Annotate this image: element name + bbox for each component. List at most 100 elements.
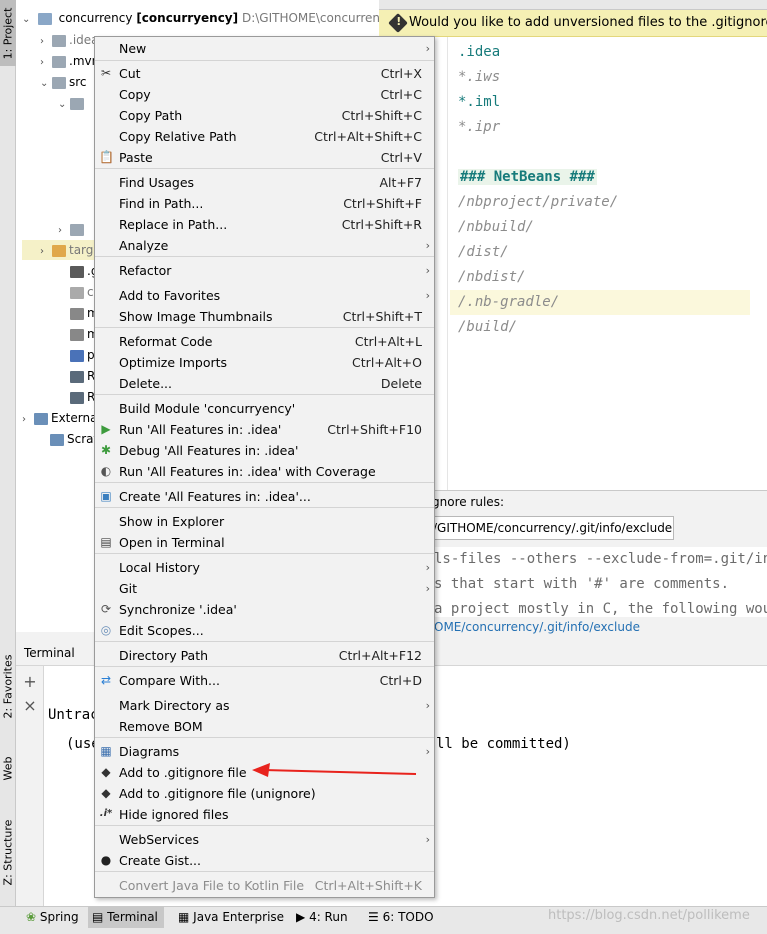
menu-item-icon: ▦: [100, 744, 112, 758]
menu-item-icon: .i*: [99, 808, 113, 819]
tree-item[interactable]: › .idea: [40, 30, 99, 50]
menu-item[interactable]: Copy Ctrl+C: [95, 84, 434, 105]
notification-text: Would you like to add unversioned files …: [409, 15, 767, 30]
menu-item[interactable]: ◆ Add to .gitignore file (unignore): [95, 783, 434, 804]
chevron-right-icon[interactable]: ›: [40, 53, 52, 73]
menu-item[interactable]: Find in Path... Ctrl+Shift+F: [95, 193, 434, 214]
menu-item[interactable]: Show in Explorer: [95, 511, 434, 532]
chevron-right-icon[interactable]: ›: [40, 32, 52, 52]
tree-item[interactable]: › .mvn: [40, 51, 99, 71]
status-tab-spring[interactable]: ❀ Spring: [22, 906, 84, 928]
menu-item[interactable]: Replace in Path... Ctrl+Shift+R: [95, 214, 434, 235]
ignore-rules-path-tab[interactable]: /GITHOME/concurrency/.git/info/exclude: [410, 516, 674, 540]
code-line: *.ipr: [458, 115, 500, 140]
menu-item-shortcut: Ctrl+Shift+C: [341, 108, 422, 123]
tree-root[interactable]: ⌄ concurrency [concurryency] D:\GITHOME\…: [22, 8, 394, 28]
menu-item-label: Cut: [119, 66, 141, 81]
file-icon: [70, 328, 84, 341]
add-icon[interactable]: +: [22, 674, 38, 690]
menu-item[interactable]: Directory Path Ctrl+Alt+F12: [95, 645, 434, 666]
menu-item[interactable]: Convert Java File to Kotlin File Ctrl+Alt…: [95, 875, 434, 896]
chevron-down-icon[interactable]: ⌄: [58, 95, 70, 115]
menu-item[interactable]: ✂ Cut Ctrl+X: [95, 63, 434, 84]
menu-item-label: Edit Scopes...: [119, 623, 204, 638]
status-tab-run[interactable]: ▶ 4: Run: [292, 906, 356, 928]
tree-item[interactable]: ⌄ src: [40, 72, 87, 92]
menu-item[interactable]: ▶ Run 'All Features in: .idea' Ctrl+Shift+…: [95, 419, 434, 440]
chevron-right-icon[interactable]: ›: [22, 410, 34, 430]
chevron-down-icon[interactable]: ⌄: [40, 74, 52, 94]
menu-item[interactable]: Analyze ›: [95, 235, 434, 256]
menu-item[interactable]: Find Usages Alt+F7: [95, 172, 434, 193]
menu-item-shortcut: Ctrl+D: [379, 673, 422, 688]
menu-item[interactable]: Show Image Thumbnails Ctrl+Shift+T: [95, 306, 434, 327]
menu-item[interactable]: ⟳ Synchronize '.idea': [95, 599, 434, 620]
code-line: /nbproject/private/: [458, 190, 618, 215]
menu-item[interactable]: WebServices ›: [95, 829, 434, 850]
menu-item[interactable]: Remove BOM: [95, 716, 434, 737]
tab-project[interactable]: 1: Project: [0, 0, 16, 66]
tab-favorites[interactable]: 2: Favorites: [0, 650, 16, 722]
menu-item[interactable]: Optimize Imports Ctrl+Alt+O: [95, 352, 434, 373]
menu-item-label: Open in Terminal: [119, 535, 225, 550]
menu-item[interactable]: Delete... Delete: [95, 373, 434, 394]
menu-item[interactable]: Mark Directory as ›: [95, 695, 434, 716]
menu-item-icon: ▤: [100, 535, 112, 549]
menu-item[interactable]: New ›: [95, 38, 434, 59]
code-text: /nbbuild/: [458, 219, 534, 235]
menu-item[interactable]: ▦ Diagrams ›: [95, 741, 434, 762]
code-text: *.iml: [458, 94, 501, 110]
tab-structure[interactable]: Z: Structure: [0, 812, 16, 892]
menu-item[interactable]: Git ›: [95, 578, 434, 599]
file-icon: [70, 286, 84, 299]
menu-item-label: Mark Directory as: [119, 698, 230, 713]
menu-item[interactable]: ▣ Create 'All Features in: .idea'...: [95, 486, 434, 507]
menu-separator: [95, 168, 434, 169]
tree-item[interactable]: ⌄: [58, 93, 87, 113]
menu-item[interactable]: 📋 Paste Ctrl+V: [95, 147, 434, 168]
menu-separator: [95, 327, 434, 328]
menu-item[interactable]: ✱ Debug 'All Features in: .idea': [95, 440, 434, 461]
menu-item-icon: ◆: [101, 765, 111, 779]
exclude-file-link[interactable]: OME/concurrency/.git/info/exclude: [434, 620, 640, 634]
menu-item[interactable]: ● Create Gist...: [95, 850, 434, 871]
menu-item[interactable]: Add to Favorites ›: [95, 285, 434, 306]
status-tab-terminal[interactable]: ▤ Terminal: [88, 906, 164, 928]
status-tab-java-enterprise[interactable]: ▦ Java Enterprise: [174, 906, 284, 928]
chevron-right-icon[interactable]: ›: [58, 221, 70, 241]
menu-item-label: Local History: [119, 560, 200, 575]
tab-web[interactable]: Web: [0, 748, 16, 788]
menu-item[interactable]: ◐ Run 'All Features in: .idea' with Cover…: [95, 461, 434, 482]
menu-item-icon: ◎: [100, 623, 112, 637]
submenu-arrow-icon: ›: [425, 745, 430, 758]
menu-item-shortcut: Ctrl+Alt+F12: [338, 648, 422, 663]
tree-item[interactable]: › External: [22, 408, 101, 428]
menu-item-label: Create Gist...: [119, 853, 202, 868]
menu-item[interactable]: ▤ Open in Terminal: [95, 532, 434, 553]
menu-item-icon: ▶: [101, 422, 111, 436]
menu-item-label: Analyze: [119, 238, 169, 253]
menu-separator: [95, 256, 434, 257]
close-icon[interactable]: ×: [22, 698, 38, 714]
tree-item[interactable]: ›: [58, 219, 87, 239]
menu-item-label: Copy Path: [119, 108, 183, 123]
menu-item[interactable]: Refactor ›: [95, 260, 434, 281]
menu-item[interactable]: ◎ Edit Scopes...: [95, 620, 434, 641]
menu-item-shortcut: Ctrl+C: [380, 87, 422, 102]
file-icon: [52, 55, 66, 68]
menu-item[interactable]: Copy Relative Path Ctrl+Alt+Shift+C: [95, 126, 434, 147]
warning-icon: [388, 13, 408, 33]
menu-item-label: Run 'All Features in: .idea': [119, 422, 282, 437]
menu-item[interactable]: ⇄ Compare With... Ctrl+D: [95, 670, 434, 691]
menu-item[interactable]: Local History ›: [95, 557, 434, 578]
menu-item[interactable]: .i* Hide ignored files: [95, 804, 434, 825]
chevron-right-icon[interactable]: ›: [40, 242, 52, 262]
menu-item[interactable]: Build Module 'concurryency': [95, 398, 434, 419]
root-name: concurrency: [58, 11, 133, 25]
status-tab-todo[interactable]: ☰ 6: TODO: [364, 906, 434, 928]
code-line: /dist/: [458, 240, 509, 265]
menu-item[interactable]: Copy Path Ctrl+Shift+C: [95, 105, 434, 126]
chevron-down-icon[interactable]: ⌄: [22, 10, 34, 30]
menu-item[interactable]: Reformat Code Ctrl+Alt+L: [95, 331, 434, 352]
submenu-arrow-icon: ›: [425, 833, 430, 846]
